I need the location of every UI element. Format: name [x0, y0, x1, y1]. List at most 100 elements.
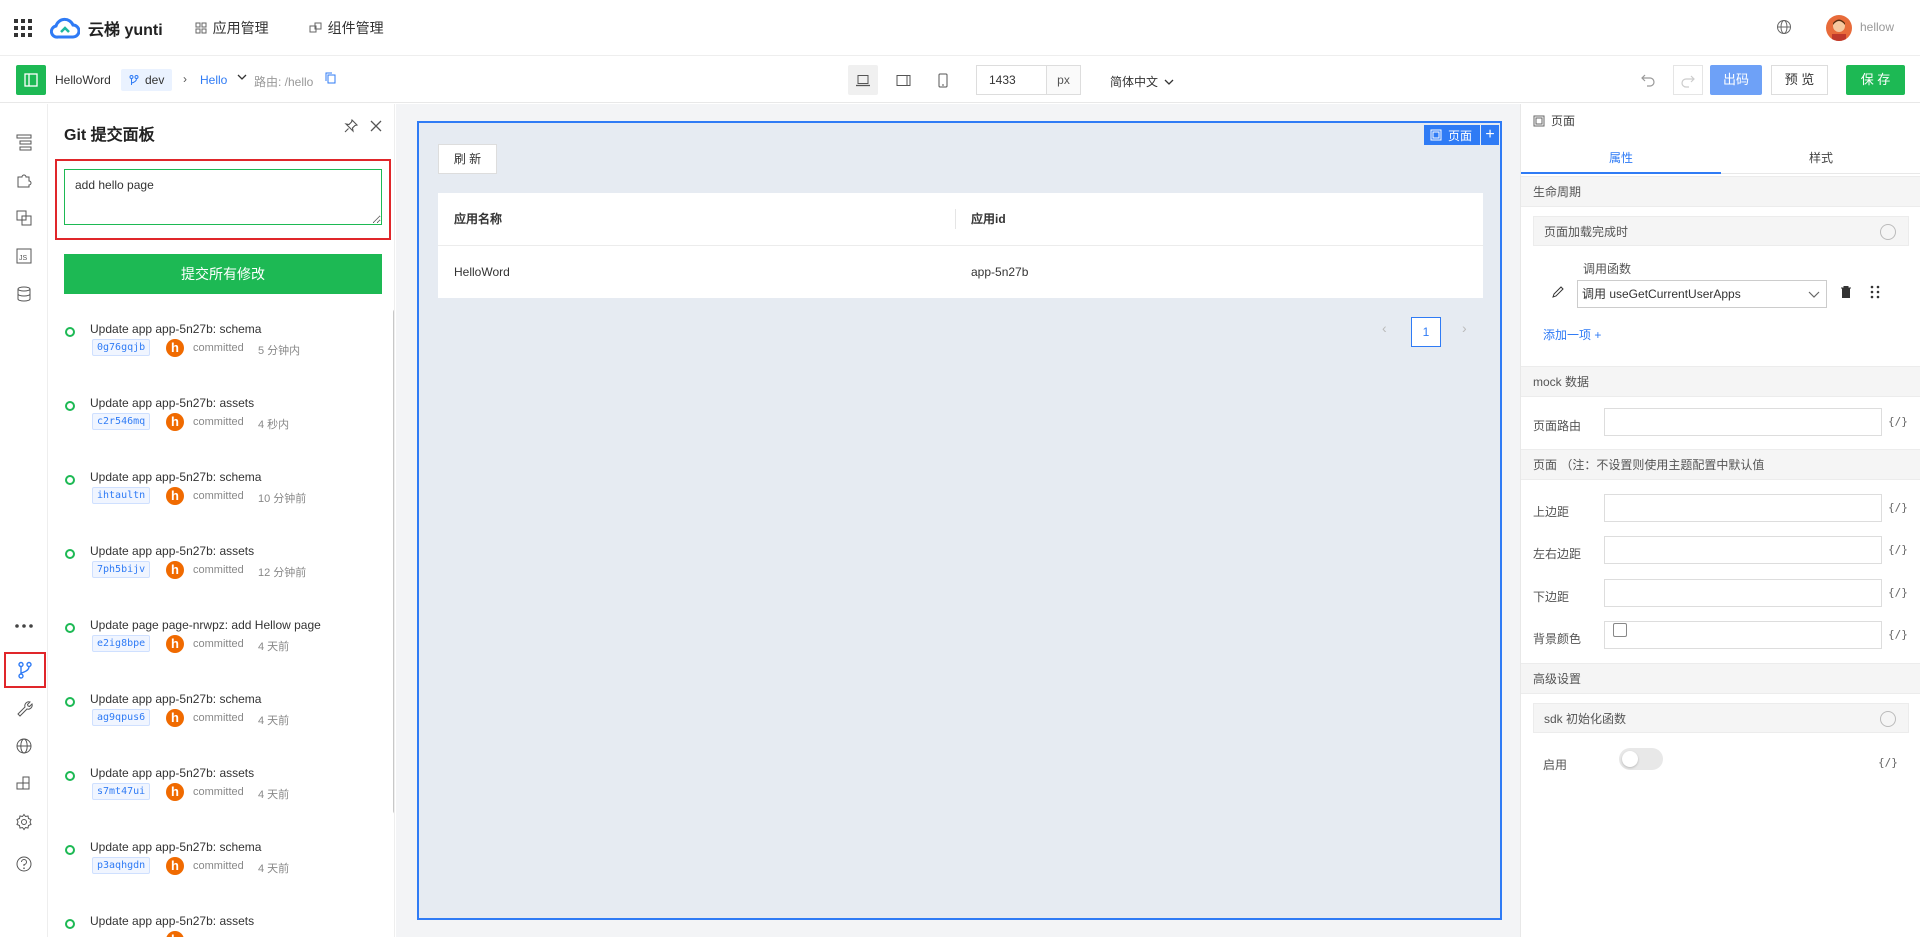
page-canvas[interactable]: 页面 + 刷 新 应用名称 应用id HelloWord app-5n27b ‹… — [417, 121, 1502, 920]
preview-button[interactable]: 预 览 — [1771, 65, 1828, 95]
trash-icon[interactable] — [1839, 285, 1853, 299]
commit-hash[interactable]: 7ph5bijv — [92, 561, 151, 578]
collapse-icon[interactable] — [1880, 711, 1896, 727]
page-selection-tag[interactable]: 页面 — [1423, 125, 1480, 145]
code-toggle-icon[interactable]: {/} — [1888, 628, 1908, 641]
commit-hash[interactable]: ag9qpus6 — [92, 709, 151, 726]
color-swatch[interactable] — [1613, 623, 1627, 637]
lifecycle-hook[interactable]: 页面加载完成时 — [1533, 216, 1909, 246]
commit-item[interactable]: Update app app-5n27b: schema ihtaultn h com… — [64, 470, 384, 530]
tablet-view-button[interactable] — [888, 65, 918, 95]
route-label: 路由: /hello — [254, 75, 314, 89]
commit-hash[interactable]: p3aqhgdn — [92, 857, 151, 874]
globe-icon[interactable] — [12, 734, 36, 758]
language-selector[interactable]: 简体中文 — [1110, 73, 1174, 90]
commit-item[interactable]: Update app app-5n27b: assets c2r546mq h com… — [64, 396, 384, 456]
code-toggle-icon[interactable]: {/} — [1888, 586, 1908, 599]
commit-item[interactable]: Update app app-5n27b: schema 0g76gqjb h com… — [64, 322, 384, 382]
pagination-next[interactable]: › — [1462, 320, 1467, 336]
apps-grid-icon[interactable] — [14, 18, 32, 37]
margin-top-input[interactable] — [1604, 494, 1882, 522]
username[interactable]: hellow — [1860, 20, 1894, 34]
margin-bottom-input[interactable] — [1604, 579, 1882, 607]
copy-icon[interactable] — [325, 72, 336, 84]
javascript-icon[interactable]: JS — [12, 244, 36, 268]
app-name[interactable]: HelloWord — [55, 73, 111, 87]
desktop-view-button[interactable] — [848, 65, 878, 95]
canvas-width-input[interactable]: 1433 — [976, 65, 1046, 95]
code-toggle-icon[interactable]: {/} — [1888, 501, 1908, 514]
datasource-icon[interactable] — [12, 282, 36, 306]
commit-hash[interactable]: 0g76gqjb — [92, 339, 151, 356]
add-item-link[interactable]: 添加一项 + — [1543, 326, 1601, 343]
redo-button[interactable] — [1673, 65, 1703, 95]
nav-component-management[interactable]: 组件管理 — [309, 18, 384, 38]
section-mock-data[interactable]: mock 数据 — [1521, 366, 1920, 397]
background-color-input[interactable] — [1604, 621, 1882, 649]
close-icon[interactable] — [369, 119, 383, 133]
sdk-init-function[interactable]: sdk 初始化函数 — [1533, 703, 1909, 733]
help-icon[interactable] — [12, 852, 36, 876]
pagination-page[interactable]: 1 — [1411, 317, 1441, 347]
commit-item[interactable]: Update app app-5n27b: schema p3aqhgdn h com… — [64, 840, 384, 900]
editor-toolbar: HelloWord dev › Hello 路由: /hello 1433 px… — [0, 57, 1920, 103]
nav-app-management[interactable]: 应用管理 — [195, 18, 269, 38]
refresh-button[interactable]: 刷 新 — [438, 144, 497, 174]
commit-item[interactable]: Update app app-5n27b: assets 7ph5bijv h com… — [64, 544, 384, 604]
code-toggle-icon[interactable]: {/} — [1878, 756, 1898, 769]
avatar[interactable] — [1826, 15, 1852, 41]
add-component-button[interactable]: + — [1481, 125, 1499, 145]
git-branch-icon[interactable] — [4, 652, 46, 688]
section-page[interactable]: 页面 （注：不设置则使用主题配置中默认值 — [1521, 449, 1920, 480]
section-lifecycle[interactable]: 生命周期 — [1521, 176, 1920, 207]
settings-gear-icon[interactable] — [12, 810, 36, 834]
pagination-prev[interactable]: ‹ — [1382, 320, 1387, 336]
wrench-icon[interactable] — [12, 696, 36, 720]
page-route-input[interactable] — [1604, 408, 1882, 436]
commit-hash[interactable]: c2r546mq — [92, 413, 151, 430]
commit-message: Update app app-5n27b: assets — [90, 914, 255, 928]
commit-hash[interactable]: e2ig8bpe — [92, 635, 151, 652]
collapse-icon[interactable] — [1880, 224, 1896, 240]
commit-item[interactable]: Update app app-5n27b: assets s7mt47ui h com… — [64, 766, 384, 826]
branch-selector[interactable]: dev — [121, 69, 173, 91]
drag-handle-icon[interactable] — [1869, 285, 1881, 299]
commit-message-input[interactable]: add hello page — [64, 169, 382, 225]
components-icon[interactable] — [12, 206, 36, 230]
mobile-view-button[interactable] — [928, 65, 958, 95]
commit-hash[interactable]: s7mt47ui — [92, 783, 151, 800]
margin-horizontal-input[interactable] — [1604, 536, 1882, 564]
edit-icon[interactable] — [1551, 285, 1565, 299]
commit-item[interactable]: Update app app-5n27b: schema ag9qpus6 h com… — [64, 692, 384, 752]
commit-dot-icon — [65, 549, 75, 559]
tab-styles[interactable]: 样式 — [1721, 142, 1920, 174]
tab-properties[interactable]: 属性 — [1521, 142, 1721, 174]
scrollbar[interactable] — [393, 309, 394, 814]
laptop-icon — [856, 74, 870, 86]
more-icon[interactable] — [12, 614, 36, 638]
commit-item[interactable]: Update page page-nrwpz: add Hellow page e… — [64, 618, 384, 678]
enable-toggle[interactable] — [1619, 748, 1663, 770]
code-toggle-icon[interactable]: {/} — [1888, 415, 1908, 428]
outline-tree-icon[interactable] — [12, 130, 36, 154]
page-icon — [1430, 129, 1442, 141]
undo-icon[interactable] — [1640, 71, 1656, 87]
globe-icon[interactable] — [1776, 19, 1792, 35]
panel-toggle-button[interactable] — [16, 65, 46, 95]
blocks-icon[interactable] — [12, 772, 36, 796]
pin-icon[interactable] — [344, 119, 358, 133]
commit-all-button[interactable]: 提交所有修改 — [64, 254, 382, 294]
plugin-puzzle-icon[interactable] — [12, 168, 36, 192]
author-avatar: h — [166, 709, 184, 727]
chevron-down-icon[interactable] — [237, 72, 247, 82]
save-button[interactable]: 保 存 — [1846, 65, 1905, 95]
code-toggle-icon[interactable]: {/} — [1888, 543, 1908, 556]
commit-hash[interactable]: ihtaultn — [92, 487, 151, 504]
commit-item[interactable]: Update app app-5n27b: assets h — [64, 914, 384, 937]
function-select[interactable]: 调用 useGetCurrentUserApps — [1577, 280, 1827, 308]
page-selector[interactable]: Hello — [200, 73, 227, 87]
generate-code-button[interactable]: 出码 — [1710, 65, 1762, 95]
commit-message: Update app app-5n27b: assets — [90, 766, 255, 780]
phone-icon — [938, 73, 948, 87]
section-advanced[interactable]: 高级设置 — [1521, 663, 1920, 694]
